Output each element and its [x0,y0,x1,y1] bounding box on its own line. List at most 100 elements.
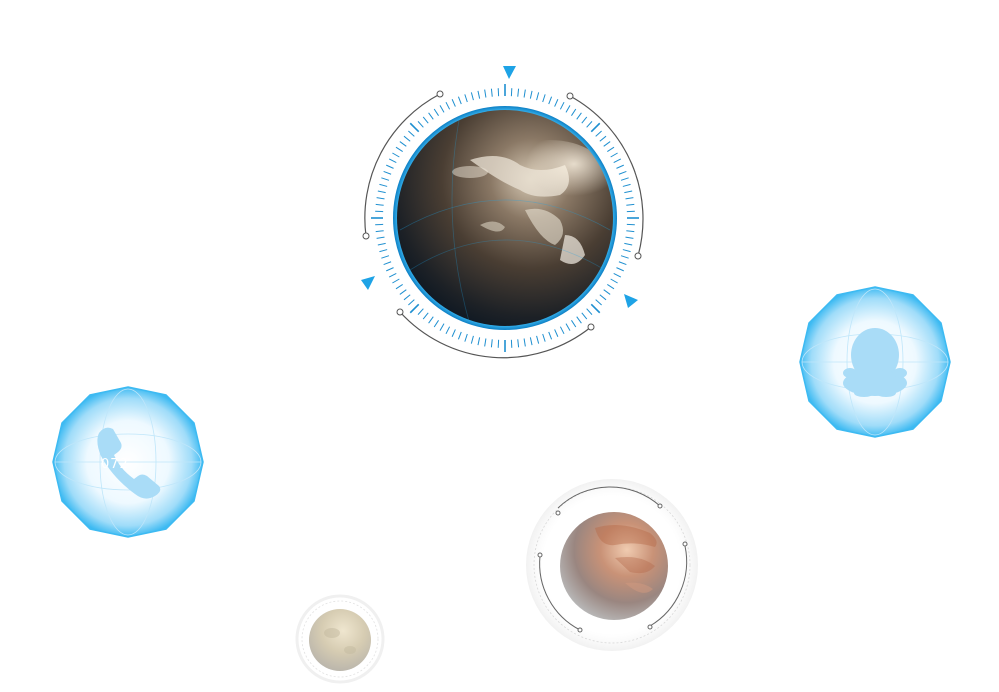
dial-tick [417,308,424,315]
dial-tick [559,101,565,110]
dial-tick [433,320,439,328]
dial-tick [620,177,629,181]
dial-tick [386,164,394,169]
marker-top-icon [503,66,516,79]
dial-tick [624,242,633,246]
dial-tick [529,337,533,346]
dial-tick [464,333,468,342]
marker-left-icon [361,276,375,290]
dial-tick [565,105,571,113]
phone-bubble[interactable]: 072 [51,385,205,539]
dial-tick [542,94,546,103]
dial-tick [395,146,403,152]
dial-tick [386,267,394,272]
dial-tick [626,230,635,233]
dial-tick [559,326,565,335]
dial-tick [610,278,618,284]
dial-tick [586,308,593,315]
dial-tick [376,236,385,239]
dial-tick [399,289,407,295]
dial-tick [477,90,481,99]
dial-tick [571,320,577,328]
dial-tick [554,99,559,107]
dial-tick [422,116,429,124]
dial-tick [576,316,582,324]
dial-tick [595,130,602,137]
dial-tick [613,272,622,278]
dial-tick [536,92,540,101]
dial-tick [445,101,451,110]
dial-tick [417,121,424,128]
qq-bubble[interactable] [798,285,952,439]
dial-tick [381,255,390,259]
dial-tick [610,152,618,158]
dial-tick [377,242,386,246]
dial-tick [542,333,546,342]
dial-tick [576,112,582,120]
dial-tick [383,170,392,175]
dial-tick [375,230,384,233]
dial-tick [571,108,577,116]
dial-tick [392,278,400,284]
dial-tick [376,197,385,200]
dial-tick [622,249,631,253]
main-planet-widget[interactable] [350,60,660,370]
dial-tick [457,96,462,105]
dial-tick [536,335,540,344]
dial-tick [581,116,588,124]
dial-tick [388,272,397,278]
dial-tick [428,112,434,120]
dial-tick [554,329,559,337]
dial-tick [618,261,627,266]
dial-tick [548,96,553,105]
dial-tick [626,203,635,206]
dial-tick [377,190,386,194]
dial-tick [451,329,456,337]
dial-tick [581,312,588,320]
dial-tick [595,299,602,306]
dial-tick [428,316,434,324]
dial-tick [548,331,553,340]
dial-tick [517,88,520,97]
dial-tick [392,152,400,158]
dial-tick [381,177,390,181]
dial-tick [523,338,526,347]
moon-planet[interactable] [295,594,386,685]
dial-tick [375,203,384,206]
dial-tick [383,261,392,266]
dial-tick [620,255,629,259]
dial-tick [599,294,607,301]
dial-tick [470,92,474,101]
dial-tick [422,312,429,320]
dial-tick [625,197,634,200]
dial-tick [388,158,397,164]
dial-tick [565,323,571,331]
phone-bubble-label: 072 [101,457,129,472]
dial-tick [613,158,622,164]
dial-tick [439,323,445,331]
dial-tick [607,146,615,152]
dial-tick [523,89,526,98]
dial-tick [403,135,411,142]
mars-planet[interactable] [525,478,700,653]
dial-tick [616,164,624,169]
dial-tick [625,236,634,239]
dial-tick [464,94,468,103]
dial-tick [395,284,403,290]
dial-tick [484,338,487,347]
dial-tick [490,88,493,97]
dial-tick [622,183,631,187]
dial-tick [517,339,520,348]
dial-tick [408,130,415,137]
marker-right-icon [624,294,638,308]
dial-tick [618,170,627,175]
dial-tick [529,90,533,99]
dial-tick [409,122,420,133]
dial-tick [433,108,439,116]
dial-tick [484,89,487,98]
main-planet-dial [361,66,644,359]
dial-tick [409,303,420,314]
dial-tick [490,339,493,348]
dial-tick [379,249,388,253]
dial-tick [457,331,462,340]
